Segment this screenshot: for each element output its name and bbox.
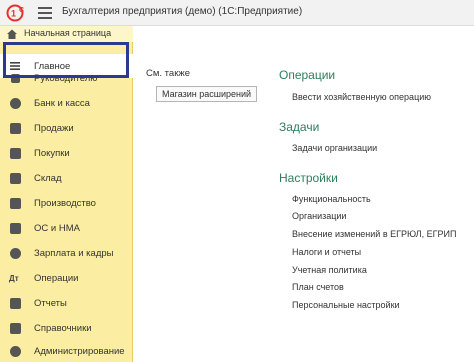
coins-icon bbox=[9, 97, 21, 109]
sidebar-item-reports[interactable]: Отчеты bbox=[0, 291, 133, 315]
sidebar-item-label: Покупки bbox=[34, 148, 70, 159]
home-icon bbox=[7, 29, 17, 39]
sidebar-item-assets[interactable]: ОС и НМА bbox=[0, 216, 133, 240]
link-organization-tasks[interactable]: Задачи организации bbox=[292, 143, 377, 153]
highlight-main-section bbox=[3, 42, 129, 78]
sidebar-item-label: ОС и НМА bbox=[34, 223, 80, 234]
svg-text:Дт: Дт bbox=[9, 274, 19, 283]
sidebar-item-bank[interactable]: Банк и касса bbox=[0, 91, 133, 115]
sidebar-item-salary[interactable]: Зарплата и кадры bbox=[0, 241, 133, 265]
report-icon bbox=[9, 297, 21, 309]
sidebar-item-label: Администрирование bbox=[34, 346, 125, 357]
section-title-tasks: Задачи bbox=[279, 120, 320, 134]
extensions-store-button[interactable]: Магазин расширений bbox=[156, 86, 258, 102]
warehouse-icon bbox=[9, 172, 21, 184]
sidebar-item-label: Операции bbox=[34, 273, 79, 284]
factory-icon bbox=[9, 197, 21, 209]
link-functionality[interactable]: Функциональность bbox=[292, 194, 371, 204]
sidebar-item-label: Зарплата и кадры bbox=[34, 248, 114, 259]
link-egrul-changes[interactable]: Внесение изменений в ЕГРЮЛ, ЕГРИП bbox=[292, 229, 456, 239]
operations-icon: Дт bbox=[9, 272, 21, 284]
svg-text:1: 1 bbox=[11, 9, 16, 19]
sidebar-home[interactable]: Начальная страница bbox=[0, 26, 133, 42]
link-taxes-reports[interactable]: Налоги и отчеты bbox=[292, 247, 361, 257]
svg-text:С: С bbox=[19, 7, 24, 14]
link-organizations[interactable]: Организации bbox=[292, 211, 346, 221]
bag-icon bbox=[9, 122, 21, 134]
sidebar-item-label: Продажи bbox=[34, 123, 74, 134]
main-panel: См. также Магазин расширений Операции Вв… bbox=[134, 26, 474, 362]
sidebar-item-purchases[interactable]: Покупки bbox=[0, 141, 133, 165]
see-also-label: См. также bbox=[146, 68, 190, 79]
sidebar-item-label: Отчеты bbox=[34, 298, 67, 309]
people-icon bbox=[9, 247, 21, 259]
main-menu-icon[interactable] bbox=[38, 7, 52, 19]
sidebar-item-sales[interactable]: Продажи bbox=[0, 116, 133, 140]
sidebar-item-operations[interactable]: Дт Операции bbox=[0, 266, 133, 290]
title-bar: 1 С Бухгалтерия предприятия (демо) (1С:П… bbox=[0, 0, 474, 26]
section-title-settings: Настройки bbox=[279, 171, 338, 185]
sidebar-item-references[interactable]: Справочники bbox=[0, 316, 133, 340]
link-enter-operation[interactable]: Ввести хозяйственную операцию bbox=[292, 92, 431, 102]
assets-icon bbox=[9, 222, 21, 234]
cart-icon bbox=[9, 147, 21, 159]
sidebar-item-warehouse[interactable]: Склад bbox=[0, 166, 133, 190]
section-title-operations: Операции bbox=[279, 68, 336, 82]
sidebar-item-label: Справочники bbox=[34, 323, 92, 334]
link-chart-of-accounts[interactable]: План счетов bbox=[292, 282, 344, 292]
1c-logo-icon: 1 С bbox=[6, 4, 24, 22]
gear-icon bbox=[9, 345, 21, 357]
sidebar-item-label: Банк и касса bbox=[34, 98, 90, 109]
sidebar-item-production[interactable]: Производство bbox=[0, 191, 133, 215]
sidebar-item-admin[interactable]: Администрирование bbox=[0, 339, 133, 362]
sidebar-home-label: Начальная страница bbox=[24, 28, 112, 38]
link-accounting-policy[interactable]: Учетная политика bbox=[292, 265, 367, 275]
sidebar-item-label: Склад bbox=[34, 173, 62, 184]
sidebar-item-label: Производство bbox=[34, 198, 96, 209]
book-icon bbox=[9, 322, 21, 334]
window-title: Бухгалтерия предприятия (демо) (1С:Предп… bbox=[62, 6, 303, 17]
link-personal-settings[interactable]: Персональные настройки bbox=[292, 300, 400, 310]
